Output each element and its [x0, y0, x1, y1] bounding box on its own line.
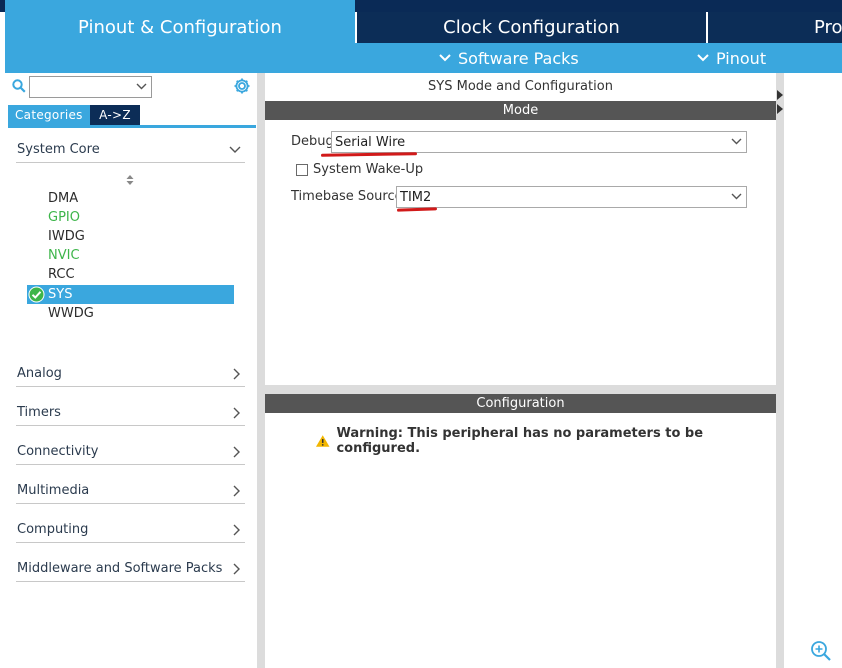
debug-label: Debug: [291, 134, 334, 149]
tab-clock-configuration[interactable]: Clock Configuration: [357, 12, 706, 43]
chevron-right-icon: [233, 563, 240, 574]
search-icon[interactable]: [12, 79, 26, 93]
annotation-underline-debug: [320, 152, 418, 157]
debug-select[interactable]: Serial Wire: [331, 131, 747, 153]
annotation-underline-timebase: [396, 207, 438, 212]
item-iwdg-label: IWDG: [48, 229, 85, 244]
tab-pinout-label: Pinout & Configuration: [78, 17, 282, 38]
software-packs-menu[interactable]: Software Packs: [439, 43, 579, 73]
chevron-right-icon: [233, 485, 240, 496]
category-tabs: Categories A->Z: [8, 105, 140, 125]
tab-clock-label: Clock Configuration: [443, 17, 620, 38]
item-rcc-label: RCC: [48, 267, 75, 282]
group-connectivity-label: Connectivity: [17, 444, 99, 459]
chevron-right-icon: [233, 446, 240, 457]
system-wakeup-checkbox[interactable]: [296, 164, 308, 176]
group-connectivity[interactable]: Connectivity: [16, 439, 245, 465]
list-item-rcc[interactable]: RCC: [48, 265, 75, 284]
warning-text: Warning: This peripheral has no paramete…: [336, 426, 704, 456]
group-multimedia-label: Multimedia: [17, 483, 90, 498]
pinout-menu[interactable]: Pinout: [697, 43, 766, 73]
tab-project-label: Project Manager: [814, 17, 842, 38]
horizontal-splitter[interactable]: [265, 385, 776, 394]
group-computing[interactable]: Computing: [16, 517, 245, 543]
chevron-down-icon: [229, 146, 241, 153]
tab-categories-label: Categories: [15, 108, 83, 122]
chevron-down-icon: [731, 138, 742, 145]
tab-a-z-label: A->Z: [99, 108, 131, 122]
chevron-down-icon: [136, 83, 147, 90]
sys-configuration-panel: SYS Mode and Configuration Mode Debug Se…: [265, 73, 776, 668]
collapse-arrow-icon[interactable]: [777, 90, 783, 114]
configuration-header-label: Configuration: [476, 396, 565, 411]
timebase-source-select[interactable]: TIM2: [396, 186, 747, 208]
list-item-wwdg[interactable]: WWDG: [48, 304, 94, 323]
item-gpio-label: GPIO: [48, 210, 80, 225]
item-dma-label: DMA: [48, 191, 79, 206]
tab-a-z[interactable]: A->Z: [90, 105, 140, 125]
item-nvic-label: NVIC: [48, 248, 80, 263]
configuration-section-header: Configuration: [265, 394, 776, 413]
list-item-iwdg[interactable]: IWDG: [48, 227, 85, 246]
check-circle-icon: [28, 286, 45, 303]
gear-icon[interactable]: [233, 77, 251, 95]
tab-categories[interactable]: Categories: [8, 105, 90, 125]
chevron-right-icon: [233, 368, 240, 379]
chevron-right-icon: [233, 524, 240, 535]
list-item-sys[interactable]: SYS: [48, 285, 72, 304]
group-analog[interactable]: Analog: [16, 361, 245, 387]
group-system-core-label: System Core: [17, 142, 100, 157]
system-wakeup-label: System Wake-Up: [313, 162, 424, 177]
chevron-down-icon: [697, 54, 709, 62]
category-tabs-underline: [8, 125, 256, 128]
debug-value: Serial Wire: [335, 134, 406, 150]
warning-icon: [315, 435, 330, 447]
group-timers-label: Timers: [17, 405, 61, 420]
top-strip-active: [5, 0, 355, 12]
tab-pinout-configuration[interactable]: Pinout & Configuration: [5, 12, 355, 43]
group-analog-label: Analog: [17, 366, 62, 381]
top-strip: [0, 0, 842, 12]
item-wwdg-label: WWDG: [48, 306, 94, 321]
sub-toolbar: Software Packs Pinout: [5, 43, 842, 73]
pinout-menu-label: Pinout: [716, 48, 767, 68]
group-timers[interactable]: Timers: [16, 400, 245, 426]
chevron-right-icon: [233, 407, 240, 418]
group-system-core[interactable]: System Core: [16, 137, 245, 163]
software-packs-label: Software Packs: [458, 48, 579, 68]
panel-title: SYS Mode and Configuration: [428, 79, 613, 94]
list-item-gpio[interactable]: GPIO: [48, 208, 80, 227]
zoom-in-icon[interactable]: [810, 640, 832, 662]
mode-section-header: Mode: [265, 101, 776, 120]
timebase-source-label: Timebase Source: [291, 189, 403, 204]
timebase-source-value: TIM2: [400, 189, 432, 205]
chevron-down-icon: [731, 193, 742, 200]
mode-header-label: Mode: [502, 103, 539, 118]
categories-panel: Categories A->Z System Core DMA GPIO IWD…: [5, 73, 257, 668]
item-sys-label: SYS: [48, 287, 73, 302]
right-splitter[interactable]: [776, 73, 784, 668]
list-item-nvic[interactable]: NVIC: [48, 246, 80, 265]
search-input[interactable]: [29, 76, 152, 98]
group-computing-label: Computing: [17, 522, 89, 537]
group-multimedia[interactable]: Multimedia: [16, 478, 245, 504]
list-item-dma[interactable]: DMA: [48, 189, 78, 208]
group-middleware-label: Middleware and Software Packs: [17, 561, 223, 576]
chevron-down-icon: [439, 54, 451, 62]
left-splitter[interactable]: [257, 73, 265, 668]
sort-icon[interactable]: [125, 174, 135, 186]
tab-project-manager[interactable]: Project Manager: [708, 12, 842, 43]
group-middleware[interactable]: Middleware and Software Packs: [16, 556, 245, 582]
warning-message: Warning: This peripheral has no paramete…: [315, 426, 776, 456]
